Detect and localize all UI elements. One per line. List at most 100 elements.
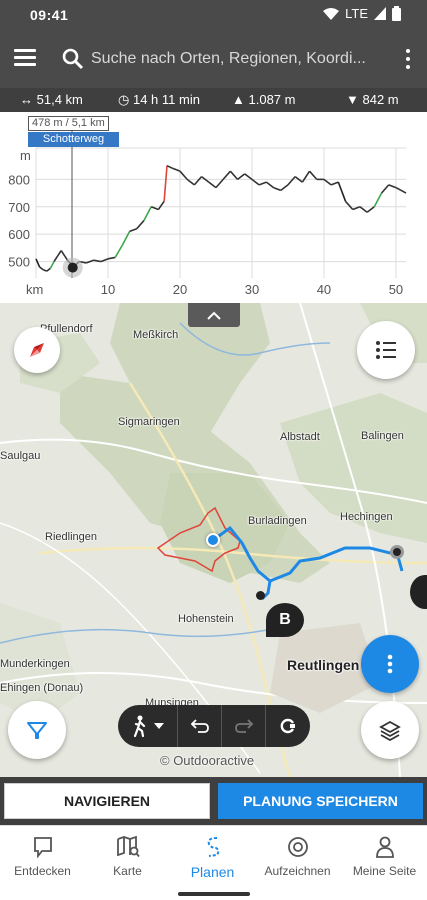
place-label: Meßkirch (133, 329, 179, 341)
elevation-line-segment (330, 181, 339, 186)
elevation-line-segment (395, 186, 407, 194)
nav-entdecken[interactable]: Entdecken (0, 834, 85, 878)
y-tick-label: 600 (8, 227, 30, 242)
map-view[interactable]: Meßkirch Sigmaringen Albstadt Balingen H… (0, 303, 427, 777)
more-vertical-icon (387, 654, 393, 674)
filter-button[interactable] (8, 701, 66, 759)
elevation-line-segment (163, 165, 168, 202)
overflow-menu-icon[interactable] (405, 49, 411, 69)
signal-icon (374, 7, 386, 20)
ascent-stat: ▲ 1.087 m (232, 92, 296, 107)
person-icon (375, 836, 394, 858)
cursor-point (67, 262, 78, 273)
elevation-line-segment (136, 219, 145, 230)
redo-button[interactable] (222, 705, 266, 747)
home-indicator (178, 892, 250, 896)
network-label: LTE (345, 6, 368, 21)
descent-stat: ▼ 842 m (346, 92, 399, 107)
loop-route-button[interactable] (266, 705, 310, 747)
place-label: Saulgau (0, 450, 41, 462)
elevation-line-segment (380, 184, 390, 194)
map-layers-button[interactable] (361, 701, 419, 759)
search-input[interactable]: Suche nach Orten, Regionen, Koordi... (91, 50, 366, 68)
route-list-button[interactable] (357, 321, 415, 379)
map-search-icon (116, 836, 140, 858)
activity-selector[interactable] (118, 705, 178, 747)
elevation-line-segment (229, 170, 239, 180)
place-label: Balingen (361, 430, 404, 442)
compass-button[interactable] (14, 327, 60, 373)
x-tick-label: 30 (245, 282, 259, 297)
nav-label: Entdecken (14, 864, 71, 878)
elevation-line-segment (251, 178, 260, 186)
status-time: 09:41 (30, 7, 69, 23)
clock-icon: ◷ (118, 92, 130, 107)
place-label: Ehingen (Donau) (0, 682, 84, 694)
navigate-button[interactable]: NAVIGIEREN (4, 783, 210, 819)
nav-label: Planen (190, 864, 235, 880)
redo-icon (234, 719, 253, 733)
elevation-line-segment (121, 231, 131, 246)
nav-karte[interactable]: Karte (85, 834, 170, 878)
elevation-line-segment (244, 173, 253, 181)
collapse-profile-button[interactable] (188, 303, 240, 327)
record-icon (287, 837, 308, 857)
waypoint-b-marker[interactable]: B (266, 603, 304, 637)
nav-label: Aufzeichnen (264, 864, 331, 878)
nav-label: Karte (113, 864, 142, 878)
elevation-line-segment (42, 269, 48, 272)
bottom-navigation: Entdecken Karte Planen Aufzeichnen Meine… (0, 825, 427, 900)
menu-icon[interactable] (14, 49, 36, 67)
elevation-line-segment (301, 170, 311, 183)
elevation-line-segment (49, 261, 55, 269)
nav-aufzeichnen[interactable]: Aufzeichnen (255, 834, 340, 878)
dropdown-arrow-icon (153, 723, 164, 729)
waypoint-marker[interactable] (390, 545, 404, 559)
elevation-line-segment (60, 250, 66, 257)
elevation-line-segment (215, 178, 224, 189)
place-label: Albstadt (280, 431, 320, 443)
distance-stat: ↔ 51,4 km (20, 92, 83, 107)
elevation-line-segment (172, 167, 181, 172)
place-label: Reutlingen (287, 657, 360, 673)
planning-toolbar (118, 705, 310, 747)
y-tick-label: 800 (8, 172, 30, 187)
elevation-line-segment (186, 178, 195, 186)
place-label: Hechingen (340, 511, 393, 523)
elevation-line-segment (143, 206, 152, 221)
more-options-button[interactable] (361, 635, 419, 693)
current-position-marker (206, 533, 220, 547)
elevation-line-segment (179, 170, 188, 180)
elevation-line-segment (308, 170, 318, 180)
battery-icon (392, 6, 401, 21)
elevation-tooltip: 478 m / 5,1 km (28, 116, 109, 131)
status-bar: 09:41 LTE (0, 0, 427, 30)
elevation-profile[interactable]: 500 600 700 800 10 20 30 40 50 m km 478 m / 5,1 km… (0, 112, 427, 303)
elevation-line-segment (287, 176, 296, 186)
y-tick-label: 500 (8, 255, 30, 270)
elevation-line-segment (337, 181, 347, 202)
elevation-line-segment (258, 181, 267, 186)
duration-stat: ◷ 14 h 11 min (118, 92, 200, 107)
elevation-line-segment (157, 200, 165, 210)
elevation-line-segment (35, 258, 41, 268)
elevation-line-segment (323, 178, 332, 186)
undo-button[interactable] (178, 705, 222, 747)
nav-planen[interactable]: Planen (170, 834, 255, 880)
undo-icon (190, 719, 209, 733)
wifi-icon (323, 7, 340, 20)
surface-tooltip: Schotterweg (28, 132, 119, 147)
save-plan-button[interactable]: PLANUNG SPEICHERN (218, 783, 423, 819)
top-app-bar: Suche nach Orten, Regionen, Koordi... (0, 30, 427, 88)
elevation-line-segment (373, 192, 383, 208)
elevation-line-segment (193, 176, 203, 186)
descent-icon: ▼ (346, 92, 359, 107)
loop-icon (280, 718, 295, 734)
elevation-line-segment (39, 266, 44, 271)
elevation-line-segment (166, 164, 174, 170)
nav-meine-seite[interactable]: Meine Seite (342, 834, 427, 878)
elevation-line-segment (107, 256, 116, 260)
hiker-icon (133, 715, 145, 737)
search-icon[interactable] (62, 48, 84, 70)
status-icons: LTE (323, 6, 401, 21)
